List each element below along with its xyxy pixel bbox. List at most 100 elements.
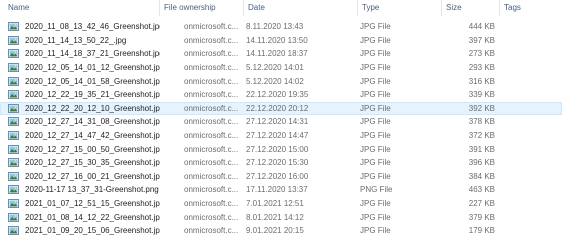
- file-type: JPG File: [360, 35, 391, 45]
- file-name: 2020_11_14_18_37_21_Greenshot.jpg: [25, 49, 160, 59]
- file-type: JPG File: [360, 76, 391, 86]
- file-type: JPG File: [360, 226, 391, 236]
- file-size: 379 KB: [468, 212, 495, 222]
- image-file-icon: [8, 76, 19, 86]
- file-owner: onmicrosoft.c...: [184, 144, 239, 154]
- file-date: 27.12.2020 16:00: [246, 171, 309, 181]
- file-name-cell: 2020_11_14_18_37_21_Greenshot.jpg: [0, 49, 160, 59]
- file-date: 14.11.2020 13:50: [246, 35, 308, 45]
- file-name-cell: 2020_12_27_14_47_42_Greenshot.jpg: [0, 131, 160, 141]
- file-name: 2021_01_09_20_15_06_Greenshot.jpg: [25, 226, 160, 236]
- image-file-icon: [8, 212, 19, 222]
- file-date: 5.12.2020 14:01: [246, 63, 304, 73]
- file-row[interactable]: 2020_12_22_19_35_21_Greenshot.jpg onmicr…: [0, 88, 562, 102]
- file-owner: onmicrosoft.c...: [184, 171, 239, 181]
- file-name: 2020_11_14_13_50_22_.jpg: [25, 35, 127, 45]
- file-size: 273 KB: [468, 49, 495, 59]
- file-owner: onmicrosoft.c...: [184, 90, 239, 100]
- file-size: 444 KB: [468, 22, 495, 32]
- file-row[interactable]: 2020_12_27_16_00_21_Greenshot.jpg onmicr…: [0, 170, 562, 184]
- file-date: 27.12.2020 14:47: [246, 131, 309, 141]
- column-header-row: Name File ownership Date Type Size Tags: [0, 0, 562, 16]
- file-size: 339 KB: [468, 90, 495, 100]
- file-name: 2020_12_22_20_12_10_Greenshot.jpg: [25, 103, 160, 113]
- file-date: 9.01.2021 20:15: [246, 226, 304, 236]
- file-name: 2020_12_27_16_00_21_Greenshot.jpg: [25, 171, 160, 181]
- file-name: 2020_12_22_19_35_21_Greenshot.jpg: [25, 90, 160, 100]
- file-date: 27.12.2020 14:31: [246, 117, 309, 127]
- file-owner: onmicrosoft.c...: [184, 63, 239, 73]
- file-name-cell: 2021_01_07_12_51_15_Greenshot.jpg: [0, 199, 160, 209]
- file-name: 2020_12_27_14_47_42_Greenshot.jpg: [25, 131, 160, 141]
- file-type: JPG File: [360, 103, 391, 113]
- file-name-cell: 2020_12_22_20_12_10_Greenshot.jpg: [0, 103, 160, 113]
- file-owner: onmicrosoft.c...: [184, 22, 239, 32]
- file-row[interactable]: 2020_12_27_14_31_08_Greenshot.jpg onmicr…: [0, 115, 562, 129]
- column-header-type[interactable]: Type: [358, 0, 442, 16]
- file-row[interactable]: 2020_12_27_14_47_42_Greenshot.jpg onmicr…: [0, 129, 562, 143]
- file-name-cell: 2021_01_08_14_12_22_Greenshot.jpg: [0, 212, 160, 222]
- image-file-icon: [8, 63, 19, 73]
- file-date: 17.11.2020 13:37: [246, 185, 308, 195]
- file-row[interactable]: 2020_12_05_14_01_58_Greenshot.jpg onmicr…: [0, 74, 562, 88]
- file-type: JPG File: [360, 63, 391, 73]
- file-row[interactable]: 2021_01_08_14_12_22_Greenshot.jpg onmicr…: [0, 210, 562, 224]
- file-type: JPG File: [360, 49, 391, 59]
- file-name-cell: 2020_12_27_15_00_50_Greenshot.jpg: [0, 144, 160, 154]
- image-file-icon: [8, 22, 19, 32]
- file-name-cell: 2020_11_14_13_50_22_.jpg: [0, 35, 160, 45]
- file-name-cell: 2020_12_22_19_35_21_Greenshot.jpg: [0, 90, 160, 100]
- file-row[interactable]: 2020_12_05_14_01_12_Greenshot.jpg onmicr…: [0, 61, 562, 75]
- file-name-cell: 2020_11_08_13_42_46_Greenshot.jpg: [0, 22, 160, 32]
- file-date: 8.11.2020 13:43: [246, 22, 304, 32]
- file-name: 2021_01_08_14_12_22_Greenshot.jpg: [25, 212, 160, 222]
- column-header-owner[interactable]: File ownership: [160, 0, 244, 16]
- file-size: 372 KB: [468, 131, 495, 141]
- file-type: JPG File: [360, 158, 391, 168]
- column-header-size[interactable]: Size: [442, 0, 500, 16]
- file-name-cell: 2020_12_27_14_31_08_Greenshot.jpg: [0, 117, 160, 127]
- file-name-cell: 2020_12_27_16_00_21_Greenshot.jpg: [0, 171, 160, 181]
- image-file-icon: [8, 35, 19, 45]
- image-file-icon: [8, 226, 19, 236]
- file-date: 22.12.2020 20:12: [246, 103, 309, 113]
- file-row[interactable]: 2020_11_08_13_42_46_Greenshot.jpg onmicr…: [0, 20, 562, 34]
- image-file-icon: [8, 131, 19, 141]
- file-row[interactable]: 2021_01_09_20_15_06_Greenshot.jpg onmicr…: [0, 224, 562, 238]
- file-date: 7.01.2021 12:51: [246, 199, 304, 209]
- file-list: 2020_11_08_13_42_46_Greenshot.jpg onmicr…: [0, 20, 562, 238]
- column-header-tags[interactable]: Tags: [500, 0, 562, 16]
- file-size: 391 KB: [468, 144, 495, 154]
- file-type: JPG File: [360, 171, 391, 181]
- file-date: 5.12.2020 14:02: [246, 76, 304, 86]
- file-row[interactable]: 2020_12_27_15_30_35_Greenshot.jpg onmicr…: [0, 156, 562, 170]
- column-header-date[interactable]: Date: [244, 0, 358, 16]
- file-type: JPG File: [360, 212, 391, 222]
- file-date: 22.12.2020 19:35: [246, 90, 309, 100]
- column-header-type-label: Type: [362, 3, 380, 12]
- column-header-name-label: Name: [8, 3, 30, 12]
- image-file-icon: [8, 199, 19, 209]
- file-owner: onmicrosoft.c...: [184, 185, 239, 195]
- image-file-icon: [8, 144, 19, 154]
- file-type: JPG File: [360, 131, 391, 141]
- file-owner: onmicrosoft.c...: [184, 131, 239, 141]
- file-size: 179 KB: [468, 226, 495, 236]
- column-header-name[interactable]: Name: [0, 0, 160, 16]
- file-row[interactable]: 2020_12_22_20_12_10_Greenshot.jpg onmicr…: [0, 101, 562, 116]
- file-size: 392 KB: [468, 103, 495, 113]
- file-row[interactable]: 2021_01_07_12_51_15_Greenshot.jpg onmicr…: [0, 197, 562, 211]
- file-row[interactable]: 2020_11_14_18_37_21_Greenshot.jpg onmicr…: [0, 47, 562, 61]
- file-row[interactable]: 2020_12_27_15_00_50_Greenshot.jpg onmicr…: [0, 142, 562, 156]
- file-size: 293 KB: [468, 63, 495, 73]
- file-row[interactable]: 2020_11_14_13_50_22_.jpg onmicrosoft.c..…: [0, 34, 562, 48]
- file-name-cell: 2020_12_27_15_30_35_Greenshot.jpg: [0, 158, 160, 168]
- file-size: 384 KB: [468, 171, 495, 181]
- file-owner: onmicrosoft.c...: [184, 35, 239, 45]
- file-name: 2020_11_08_13_42_46_Greenshot.jpg: [25, 22, 160, 32]
- file-date: 8.01.2021 14:12: [246, 212, 304, 222]
- file-size: 378 KB: [468, 117, 495, 127]
- file-row[interactable]: 2020-11-17 13_37_31-Greenshot.png onmicr…: [0, 183, 562, 197]
- file-size: 316 KB: [468, 76, 495, 86]
- file-name-cell: 2020_12_05_14_01_12_Greenshot.jpg: [0, 63, 160, 73]
